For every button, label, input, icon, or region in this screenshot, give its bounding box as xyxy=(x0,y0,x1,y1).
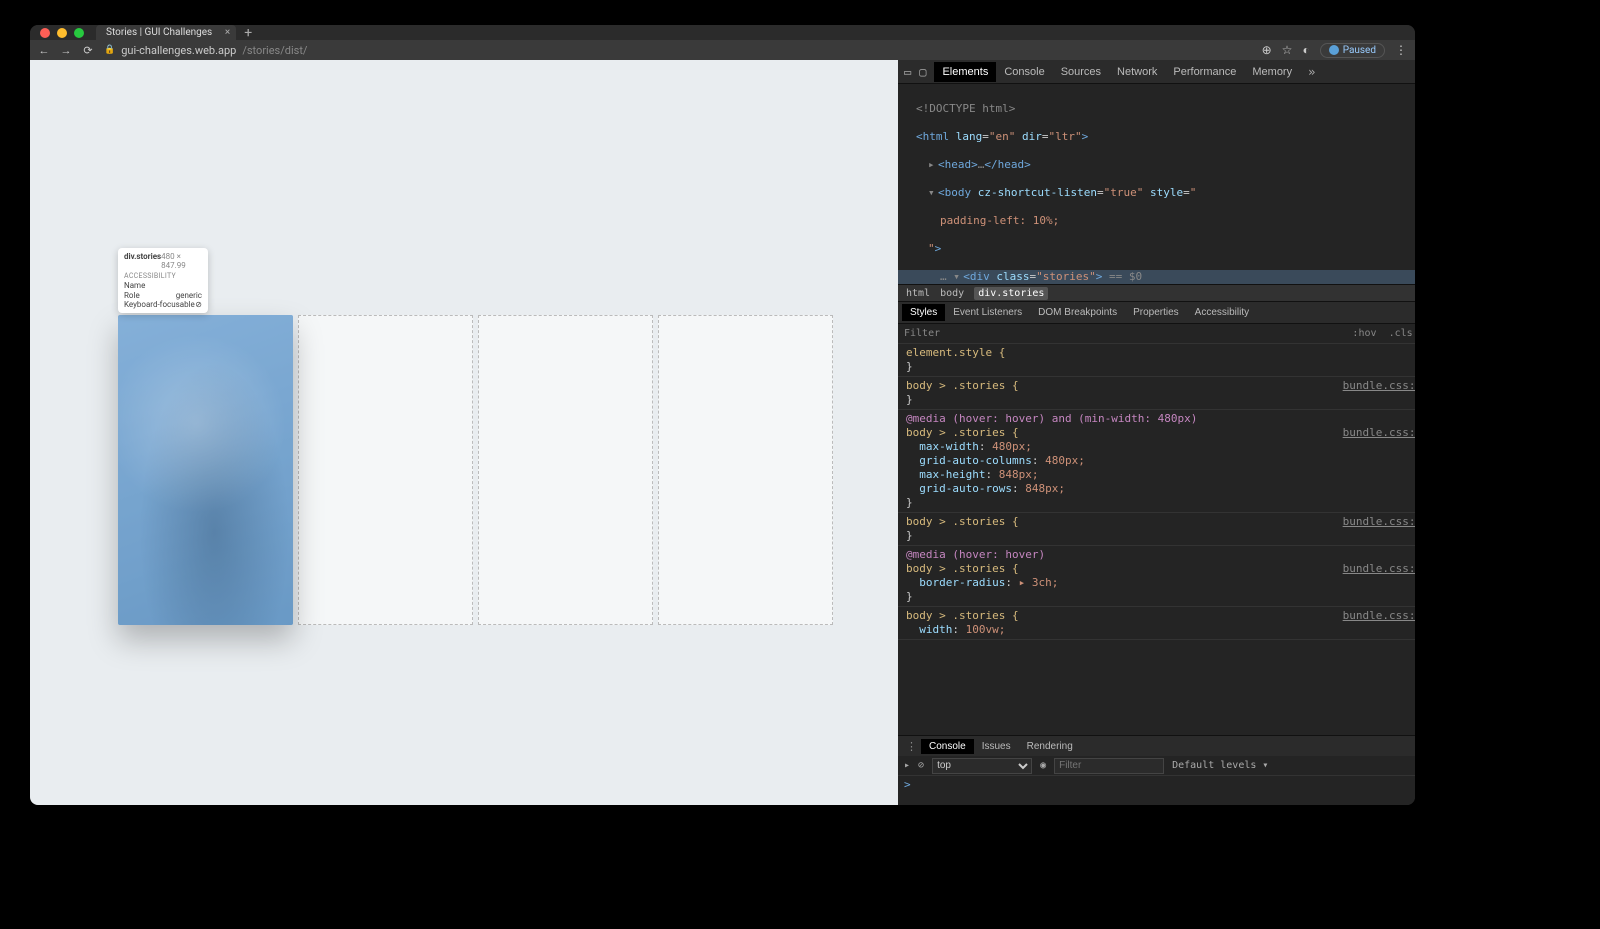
devtools-toolbar: ▭ ▢ Elements Console Sources Network Per… xyxy=(898,60,1415,84)
inspect-icon[interactable]: ▭ xyxy=(904,65,911,79)
css-rule[interactable]: body > .stories {bundle.css:34 } xyxy=(898,513,1415,546)
tooltip-row-val: ⊘ xyxy=(195,300,202,309)
tab-elements[interactable]: Elements xyxy=(934,62,996,82)
tab-bar: Stories | GUI Challenges × + xyxy=(30,25,1415,40)
tab-memory[interactable]: Memory xyxy=(1244,62,1300,82)
stories-container xyxy=(118,315,833,625)
styles-tab-a11y[interactable]: Accessibility xyxy=(1187,304,1257,321)
browser-tab[interactable]: Stories | GUI Challenges × xyxy=(96,25,236,40)
hov-toggle[interactable]: :hov xyxy=(1352,327,1376,341)
console-drawer: ⋮ Console Issues Rendering × ▸ ⊘ top ◉ D… xyxy=(898,735,1415,805)
css-rule[interactable]: @media (hover: hover) and (min-width: 48… xyxy=(898,410,1415,513)
avatar-icon xyxy=(1329,45,1339,55)
search-icon[interactable]: ⊕ xyxy=(1262,43,1272,57)
styles-filter-bar: Filter :hov .cls + xyxy=(898,324,1415,344)
levels-dropdown[interactable]: Default levels ▾ xyxy=(1172,760,1268,771)
tab-title: Stories | GUI Challenges xyxy=(106,27,212,38)
more-tabs-icon[interactable]: » xyxy=(1308,65,1315,79)
main-area: div.stories 480 × 847.99 ACCESSIBILITY N… xyxy=(30,60,1415,805)
devtools-panel: ▭ ▢ Elements Console Sources Network Per… xyxy=(898,60,1415,805)
drawer-tab-console[interactable]: Console xyxy=(921,739,974,754)
styles-body: Filter :hov .cls + element.style { }body… xyxy=(898,324,1415,735)
tooltip-selector: div.stories xyxy=(124,252,161,270)
crumb-selected[interactable]: div.stories xyxy=(974,287,1048,300)
tab-network[interactable]: Network xyxy=(1109,62,1165,82)
tooltip-dimensions: 480 × 847.99 xyxy=(161,252,202,270)
styles-tab-styles[interactable]: Styles xyxy=(902,304,945,321)
devtools-tabs: Elements Console Sources Network Perform… xyxy=(934,62,1300,82)
device-icon[interactable]: ▢ xyxy=(919,65,926,79)
console-prompt: > xyxy=(904,778,911,791)
tooltip-row-key: Name xyxy=(124,281,145,290)
url-path: /stories/dist/ xyxy=(242,44,307,57)
drawer-tabs: ⋮ Console Issues Rendering × xyxy=(898,736,1415,756)
story-card[interactable] xyxy=(478,315,653,625)
close-tab-icon[interactable]: × xyxy=(225,27,230,38)
close-window[interactable] xyxy=(40,28,50,38)
css-rule[interactable]: body > .stories {bundle.css:49 } xyxy=(898,377,1415,410)
dom-line: padding-left: 10%; xyxy=(940,214,1059,227)
console-sidebar-icon[interactable]: ▸ xyxy=(904,760,910,771)
story-card[interactable] xyxy=(658,315,833,625)
address-bar: ← → ⟳ 🔒 gui-challenges.web.app/stories/d… xyxy=(30,40,1415,60)
reload-button[interactable]: ⟳ xyxy=(82,44,94,57)
drawer-kebab-icon[interactable]: ⋮ xyxy=(902,740,921,753)
crumb[interactable]: body xyxy=(940,288,964,299)
styles-tab-breakpoints[interactable]: DOM Breakpoints xyxy=(1030,304,1125,321)
tooltip-row-key: Role xyxy=(124,291,140,300)
dom-tree[interactable]: <!DOCTYPE html> <html lang="en" dir="ltr… xyxy=(898,84,1415,284)
tab-sources[interactable]: Sources xyxy=(1053,62,1109,82)
styles-tabs: Styles Event Listeners DOM Breakpoints P… xyxy=(898,302,1415,324)
drawer-tab-rendering[interactable]: Rendering xyxy=(1019,739,1081,754)
element-tooltip: div.stories 480 × 847.99 ACCESSIBILITY N… xyxy=(118,248,208,313)
window-controls xyxy=(40,28,84,38)
new-tab-button[interactable]: + xyxy=(244,25,252,41)
browser-window: Stories | GUI Challenges × + ← → ⟳ 🔒 gui… xyxy=(30,25,1415,805)
url-field[interactable]: 🔒 gui-challenges.web.app/stories/dist/ xyxy=(104,44,1252,57)
tooltip-section: ACCESSIBILITY xyxy=(124,272,202,280)
tooltip-row-val: generic xyxy=(176,291,202,300)
styles-rules[interactable]: Filter :hov .cls + element.style { }body… xyxy=(898,324,1415,735)
star-icon[interactable]: ☆ xyxy=(1282,43,1293,57)
inspect-highlight xyxy=(118,315,293,625)
styles-tab-properties[interactable]: Properties xyxy=(1125,304,1187,321)
cls-toggle[interactable]: .cls xyxy=(1389,327,1413,341)
toolbar-right: ⊕ ☆ ◐ Paused ⋮ xyxy=(1262,43,1407,58)
css-rule[interactable]: body > .stories {bundle.css:14 width: 10… xyxy=(898,607,1415,640)
eye-icon[interactable]: ◉ xyxy=(1040,760,1046,771)
css-rule[interactable]: @media (hover: hover) body > .stories {b… xyxy=(898,546,1415,607)
maximize-window[interactable] xyxy=(74,28,84,38)
dom-line: <!DOCTYPE html> xyxy=(916,102,1015,115)
story-card[interactable] xyxy=(298,315,473,625)
extension-icon[interactable]: ◐ xyxy=(1302,43,1309,57)
css-rule[interactable]: element.style { } xyxy=(898,344,1415,377)
tab-performance[interactable]: Performance xyxy=(1165,62,1244,82)
profile-pill[interactable]: Paused xyxy=(1320,43,1385,58)
url-host: gui-challenges.web.app xyxy=(121,44,236,57)
menu-icon[interactable]: ⋮ xyxy=(1395,43,1407,57)
crumb[interactable]: html xyxy=(906,288,930,299)
tab-console[interactable]: Console xyxy=(996,62,1052,82)
clear-console-icon[interactable]: ⊘ xyxy=(918,760,924,771)
context-select[interactable]: top xyxy=(932,758,1032,774)
story-card[interactable] xyxy=(118,315,293,625)
forward-button[interactable]: → xyxy=(60,44,72,57)
console-toolbar: ▸ ⊘ top ◉ Default levels ▾ ⚙ xyxy=(898,756,1415,776)
lock-icon: 🔒 xyxy=(104,45,115,55)
page-viewport: div.stories 480 × 847.99 ACCESSIBILITY N… xyxy=(30,60,898,805)
console-filter-input[interactable] xyxy=(1054,758,1164,774)
tooltip-row-key: Keyboard-focusable xyxy=(124,300,195,309)
paused-label: Paused xyxy=(1343,45,1376,56)
dom-breadcrumb: html body div.stories xyxy=(898,284,1415,302)
console-body[interactable]: > xyxy=(898,776,1415,805)
back-button[interactable]: ← xyxy=(38,44,50,57)
minimize-window[interactable] xyxy=(57,28,67,38)
drawer-tab-issues[interactable]: Issues xyxy=(974,739,1019,754)
filter-input[interactable]: Filter xyxy=(904,327,940,341)
styles-tab-listeners[interactable]: Event Listeners xyxy=(945,304,1030,321)
